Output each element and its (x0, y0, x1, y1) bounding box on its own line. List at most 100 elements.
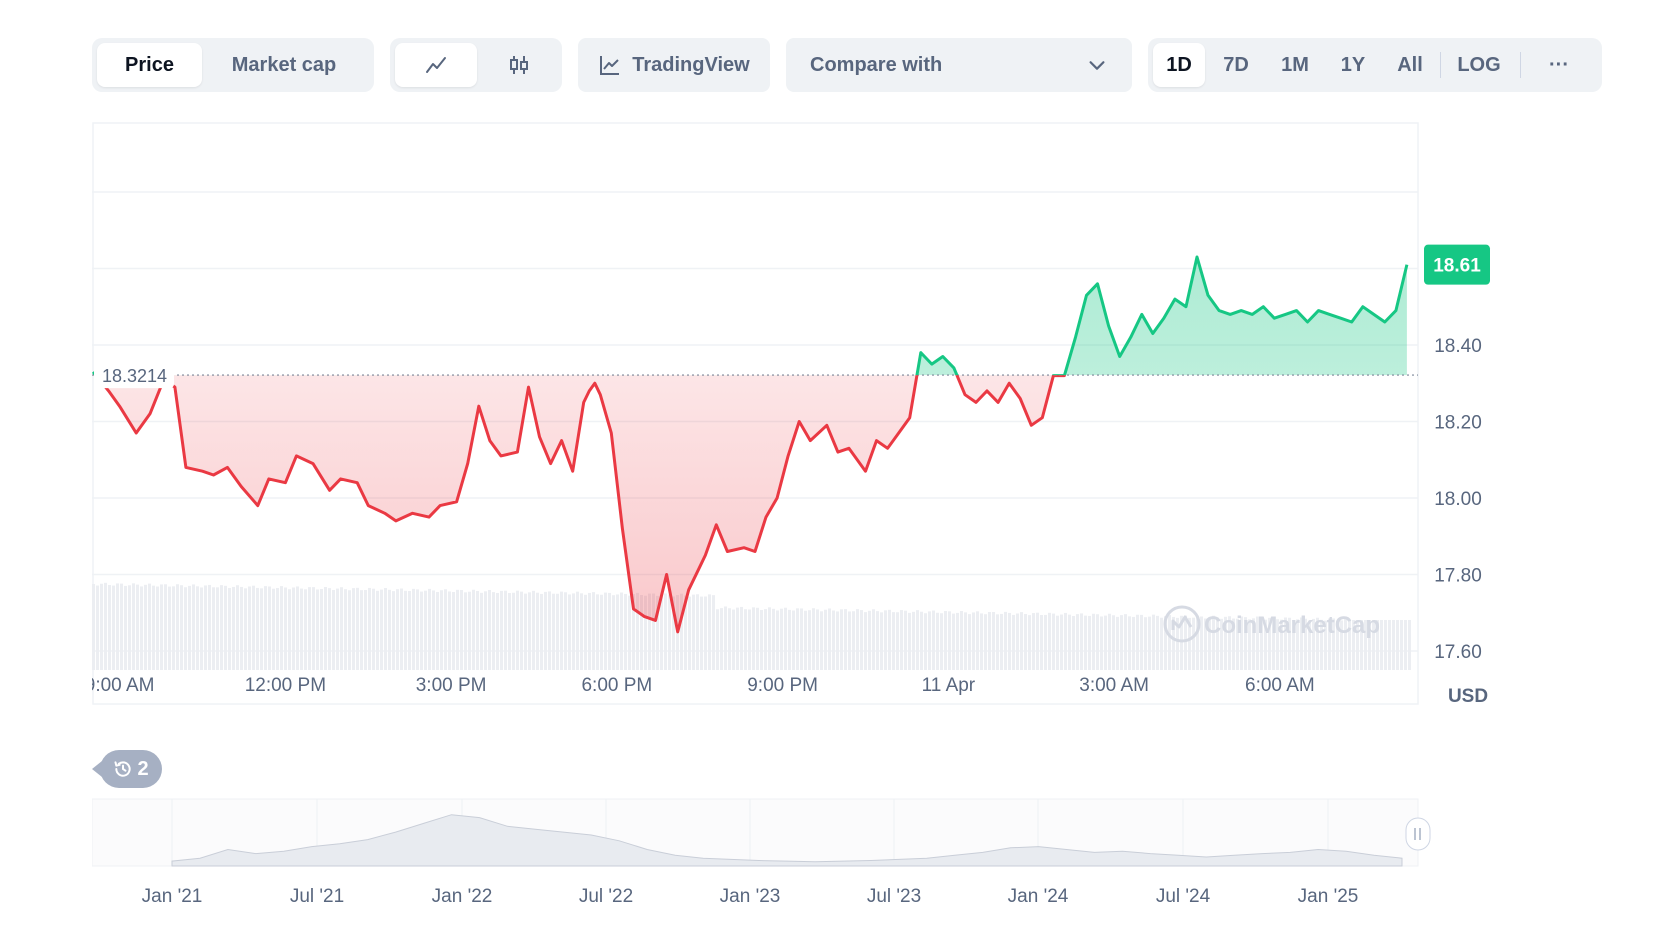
volume-bar (752, 607, 755, 670)
volume-bar (728, 608, 731, 670)
volume-bar (724, 606, 727, 670)
price-tab[interactable]: Price (97, 43, 202, 87)
volume-bar (1008, 612, 1011, 670)
volume-bar (380, 589, 383, 670)
volume-bar (412, 588, 415, 670)
volume-bar (748, 609, 751, 670)
volume-bar (1064, 612, 1067, 670)
volume-bar (428, 588, 431, 670)
volume-bar (800, 608, 803, 670)
volume-bar (116, 583, 119, 670)
tradingview-button[interactable]: TradingView (578, 38, 770, 92)
volume-bar (1400, 620, 1403, 670)
volume-bar (104, 582, 107, 670)
x-tick-label: 6:00 AM (1245, 675, 1315, 696)
volume-bar (304, 589, 307, 670)
current-price-tag: 18.61 (1424, 244, 1490, 285)
volume-bar (136, 584, 139, 670)
volume-bar (208, 584, 211, 670)
volume-bar (400, 588, 403, 670)
volume-bar (328, 588, 331, 670)
volume-bar (936, 612, 939, 670)
range-1m-button[interactable]: 1M (1266, 43, 1324, 87)
history-icon (114, 761, 132, 777)
volume-bar (1036, 612, 1039, 670)
toolbar-divider (1440, 52, 1441, 78)
volume-bar (272, 588, 275, 670)
volume-bar (464, 592, 467, 670)
volume-bar (880, 612, 883, 670)
volume-bar (1404, 620, 1407, 670)
volume-bar (952, 613, 955, 670)
volume-bar (568, 594, 571, 670)
volume-bar (812, 608, 815, 670)
volume-bar (368, 587, 371, 670)
range-7d-button[interactable]: 7D (1208, 43, 1264, 87)
volume-bar (736, 607, 739, 670)
market-cap-tab[interactable]: Market cap (204, 43, 364, 87)
chevron-down-icon (1089, 61, 1105, 70)
x-tick-label: 11 Apr (922, 675, 976, 696)
compare-with-dropdown[interactable]: Compare with (786, 38, 1132, 92)
compare-with-label: Compare with (810, 53, 943, 76)
volume-bar (1100, 616, 1103, 670)
x-tick-label: 9:00 AM (92, 675, 154, 696)
y-tick-label: 17.80 (1434, 566, 1482, 587)
volume-bar (584, 594, 587, 670)
volume-bar (340, 587, 343, 670)
volume-bar (1392, 620, 1395, 670)
log-scale-button[interactable]: LOG (1444, 43, 1514, 87)
volume-bar (248, 586, 251, 670)
volume-bar (216, 587, 219, 670)
volume-bar (452, 592, 455, 670)
volume-bar (616, 594, 619, 670)
range-1d-button[interactable]: 1D (1153, 43, 1205, 87)
volume-bar (708, 594, 711, 670)
volume-bar (276, 587, 279, 670)
y-tick-label: 18.20 (1434, 413, 1482, 434)
volume-bar (972, 612, 975, 670)
volume-bar (308, 587, 311, 670)
volume-bar (916, 610, 919, 670)
volume-bar (524, 593, 527, 670)
volume-bar (372, 588, 375, 670)
volume-bar (884, 610, 887, 670)
price-chart: CoinMarketCap 18.3214 18.61 17.60 17.80 18… (85, 122, 1510, 707)
volume-bar (268, 586, 271, 670)
volume-bar (388, 589, 391, 670)
volume-bar (160, 584, 163, 670)
volume-bar (900, 610, 903, 670)
volume-bar (628, 595, 631, 670)
volume-bar (908, 612, 911, 670)
volume-bar (244, 588, 247, 670)
line-chart-button[interactable] (395, 43, 477, 87)
history-events-badge[interactable]: 2 (92, 750, 162, 788)
volume-bar (1108, 613, 1111, 670)
volume-bar (720, 608, 723, 670)
volume-bar (140, 586, 143, 670)
volume-bar (1388, 620, 1391, 670)
volume-bar (480, 592, 483, 670)
candlestick-button[interactable] (480, 43, 558, 87)
volume-bar (940, 613, 943, 670)
range-all-button[interactable]: All (1382, 43, 1438, 87)
volume-bar (540, 593, 543, 670)
volume-bar (436, 592, 439, 670)
volume-bar (108, 585, 111, 670)
volume-bar (488, 590, 491, 670)
range-1y-button[interactable]: 1Y (1326, 43, 1380, 87)
current-price-label: 18.61 (1433, 256, 1481, 277)
more-options-button[interactable]: ··· (1526, 43, 1592, 87)
volume-bar (1040, 615, 1043, 670)
volume-bar (1060, 614, 1063, 670)
volume-bar (780, 608, 783, 670)
volume-bar (156, 586, 159, 670)
navigator-handle[interactable] (1405, 817, 1431, 851)
navigator-date-labels: Jan '21 Jul '21 Jan '22 Jul '22 Jan '23 Jul '… (142, 886, 1359, 907)
volume-bar (964, 612, 967, 670)
volume-bar (124, 585, 127, 670)
volume-bar (704, 596, 707, 670)
range-navigator[interactable]: Jan '21 Jul '21 Jan '22 Jul '22 Jan '23 Jul '… (91, 798, 1512, 913)
volume-bar (848, 611, 851, 670)
volume-bar (776, 610, 779, 670)
